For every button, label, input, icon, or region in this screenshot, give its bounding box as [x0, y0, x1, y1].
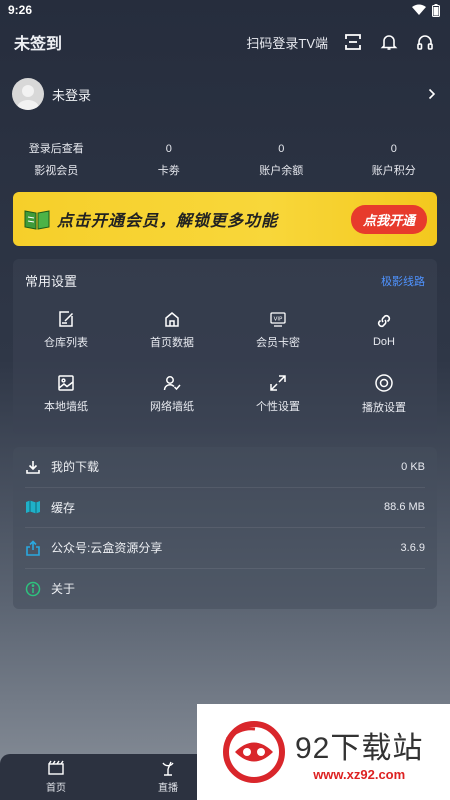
list-label: 缓存 [51, 500, 76, 515]
headset-icon[interactable] [414, 31, 436, 53]
grid-label: 播放设置 [362, 402, 406, 414]
stat-label: 账户余额 [259, 165, 304, 177]
grid-label: 网络墙纸 [150, 401, 194, 413]
list-item-about[interactable]: 关于 [25, 569, 425, 610]
stat-label: 卡劵 [157, 165, 180, 177]
list-value: 0 KB [401, 460, 425, 473]
stat-coupons[interactable]: 0 卡劵 [113, 138, 226, 182]
banner-text: 点击开通会员，解锁更多功能 [57, 213, 279, 230]
share-icon [26, 540, 40, 556]
stat-value: 0 [390, 143, 397, 155]
list-value: 88.6 MB [384, 501, 425, 514]
list-label: 我的下载 [51, 460, 100, 475]
status-bar: 9:26 [0, 0, 450, 20]
grid-item-home-data[interactable]: 首页数据 [119, 302, 225, 358]
info-list-card: 我的下载 0 KB 缓存 88.6 MB 公众号:云盒资源分享 3.6.9 关于 [13, 447, 437, 609]
stat-label: 影视会员 [34, 165, 79, 177]
open-vip-button-label: 点我开通 [362, 212, 415, 228]
nav-label: 首页 [46, 783, 66, 794]
home-icon [165, 312, 179, 327]
account-stats: 登录后查看影视会员 0 卡劵 0 账户余额 0 账户积分 [0, 138, 450, 182]
grid-label: 仓库列表 [44, 337, 88, 349]
watermark: 92下载站 www.xz92.com [197, 704, 450, 800]
stat-label: 账户积分 [371, 165, 416, 177]
bell-icon[interactable] [378, 31, 400, 53]
watermark-title: 92下载站 [295, 731, 424, 765]
vip-card-icon: VIP [270, 312, 286, 327]
book-icon [24, 210, 50, 230]
nav-home[interactable]: 首页 [0, 754, 112, 800]
watermark-logo [223, 721, 285, 783]
avatar [12, 78, 44, 110]
grid-item-personalize[interactable]: 个性设置 [225, 366, 331, 422]
watermark-url: www.xz92.com [313, 766, 406, 782]
route-link[interactable]: 极影线路 [381, 273, 425, 289]
list-label: 关于 [51, 582, 76, 597]
common-settings-card: 常用设置 极影线路 仓库列表 首页数据 VIP 会员卡密 DoH 本地墙纸 网络… [13, 259, 437, 434]
stat-balance[interactable]: 0 账户余额 [225, 138, 338, 182]
map-icon [26, 500, 40, 514]
stat-vip[interactable]: 登录后查看 影视会员 [0, 138, 113, 182]
stat-value: 登录后查看 [28, 143, 84, 155]
info-icon [25, 581, 41, 596]
antenna-icon [162, 761, 174, 776]
list-item-official-account[interactable]: 公众号:云盒资源分享 3.6.9 [25, 528, 425, 569]
film-icon [48, 760, 64, 775]
list-label: 公众号:云盒资源分享 [51, 541, 163, 556]
svg-text:VIP: VIP [274, 317, 283, 323]
link-icon [377, 314, 391, 328]
vip-banner[interactable]: 点击开通会员，解锁更多功能 点我开通 [13, 192, 437, 246]
grid-label: 个性设置 [256, 401, 300, 413]
grid-item-repo-list[interactable]: 仓库列表 [13, 302, 119, 358]
grid-item-play-settings[interactable]: 播放设置 [331, 366, 437, 422]
card-title: 常用设置 [25, 274, 78, 289]
sign-in-status[interactable]: 未签到 [14, 30, 62, 54]
open-vip-button[interactable]: 点我开通 [350, 204, 427, 234]
nav-label: 直播 [158, 783, 178, 794]
expand-icon [270, 375, 286, 391]
image-icon [58, 375, 74, 391]
scan-icon[interactable] [342, 31, 364, 53]
wifi-icon [412, 4, 426, 15]
user-check-icon [163, 376, 181, 391]
grid-item-net-wallpaper[interactable]: 网络墙纸 [119, 366, 225, 422]
user-profile-row[interactable]: 未登录 [0, 72, 450, 116]
download-icon [26, 460, 40, 474]
battery-icon [432, 3, 440, 17]
stat-value: 0 [278, 143, 285, 155]
grid-item-local-wallpaper[interactable]: 本地墙纸 [13, 366, 119, 422]
user-name: 未登录 [52, 87, 92, 103]
grid-label: 本地墙纸 [44, 401, 88, 413]
list-item-cache[interactable]: 缓存 88.6 MB [25, 488, 425, 528]
grid-label: 首页数据 [150, 337, 194, 349]
edit-icon [59, 311, 74, 327]
play-circle-icon [375, 374, 393, 392]
grid-label: 会员卡密 [256, 337, 300, 349]
grid-label: DoH [372, 336, 395, 348]
header: 未签到 扫码登录TV端 [0, 20, 450, 64]
grid-item-doh[interactable]: DoH [331, 302, 437, 358]
stat-value: 0 [165, 143, 172, 155]
stat-points[interactable]: 0 账户积分 [338, 138, 450, 182]
list-value: 3.6.9 [400, 541, 425, 554]
status-time: 9:26 [8, 3, 33, 17]
scan-login-tv-link[interactable]: 扫码登录TV端 [246, 33, 328, 52]
list-item-downloads[interactable]: 我的下载 0 KB [25, 447, 425, 488]
chevron-right-icon [428, 88, 436, 100]
grid-item-vip-card[interactable]: VIP 会员卡密 [225, 302, 331, 358]
